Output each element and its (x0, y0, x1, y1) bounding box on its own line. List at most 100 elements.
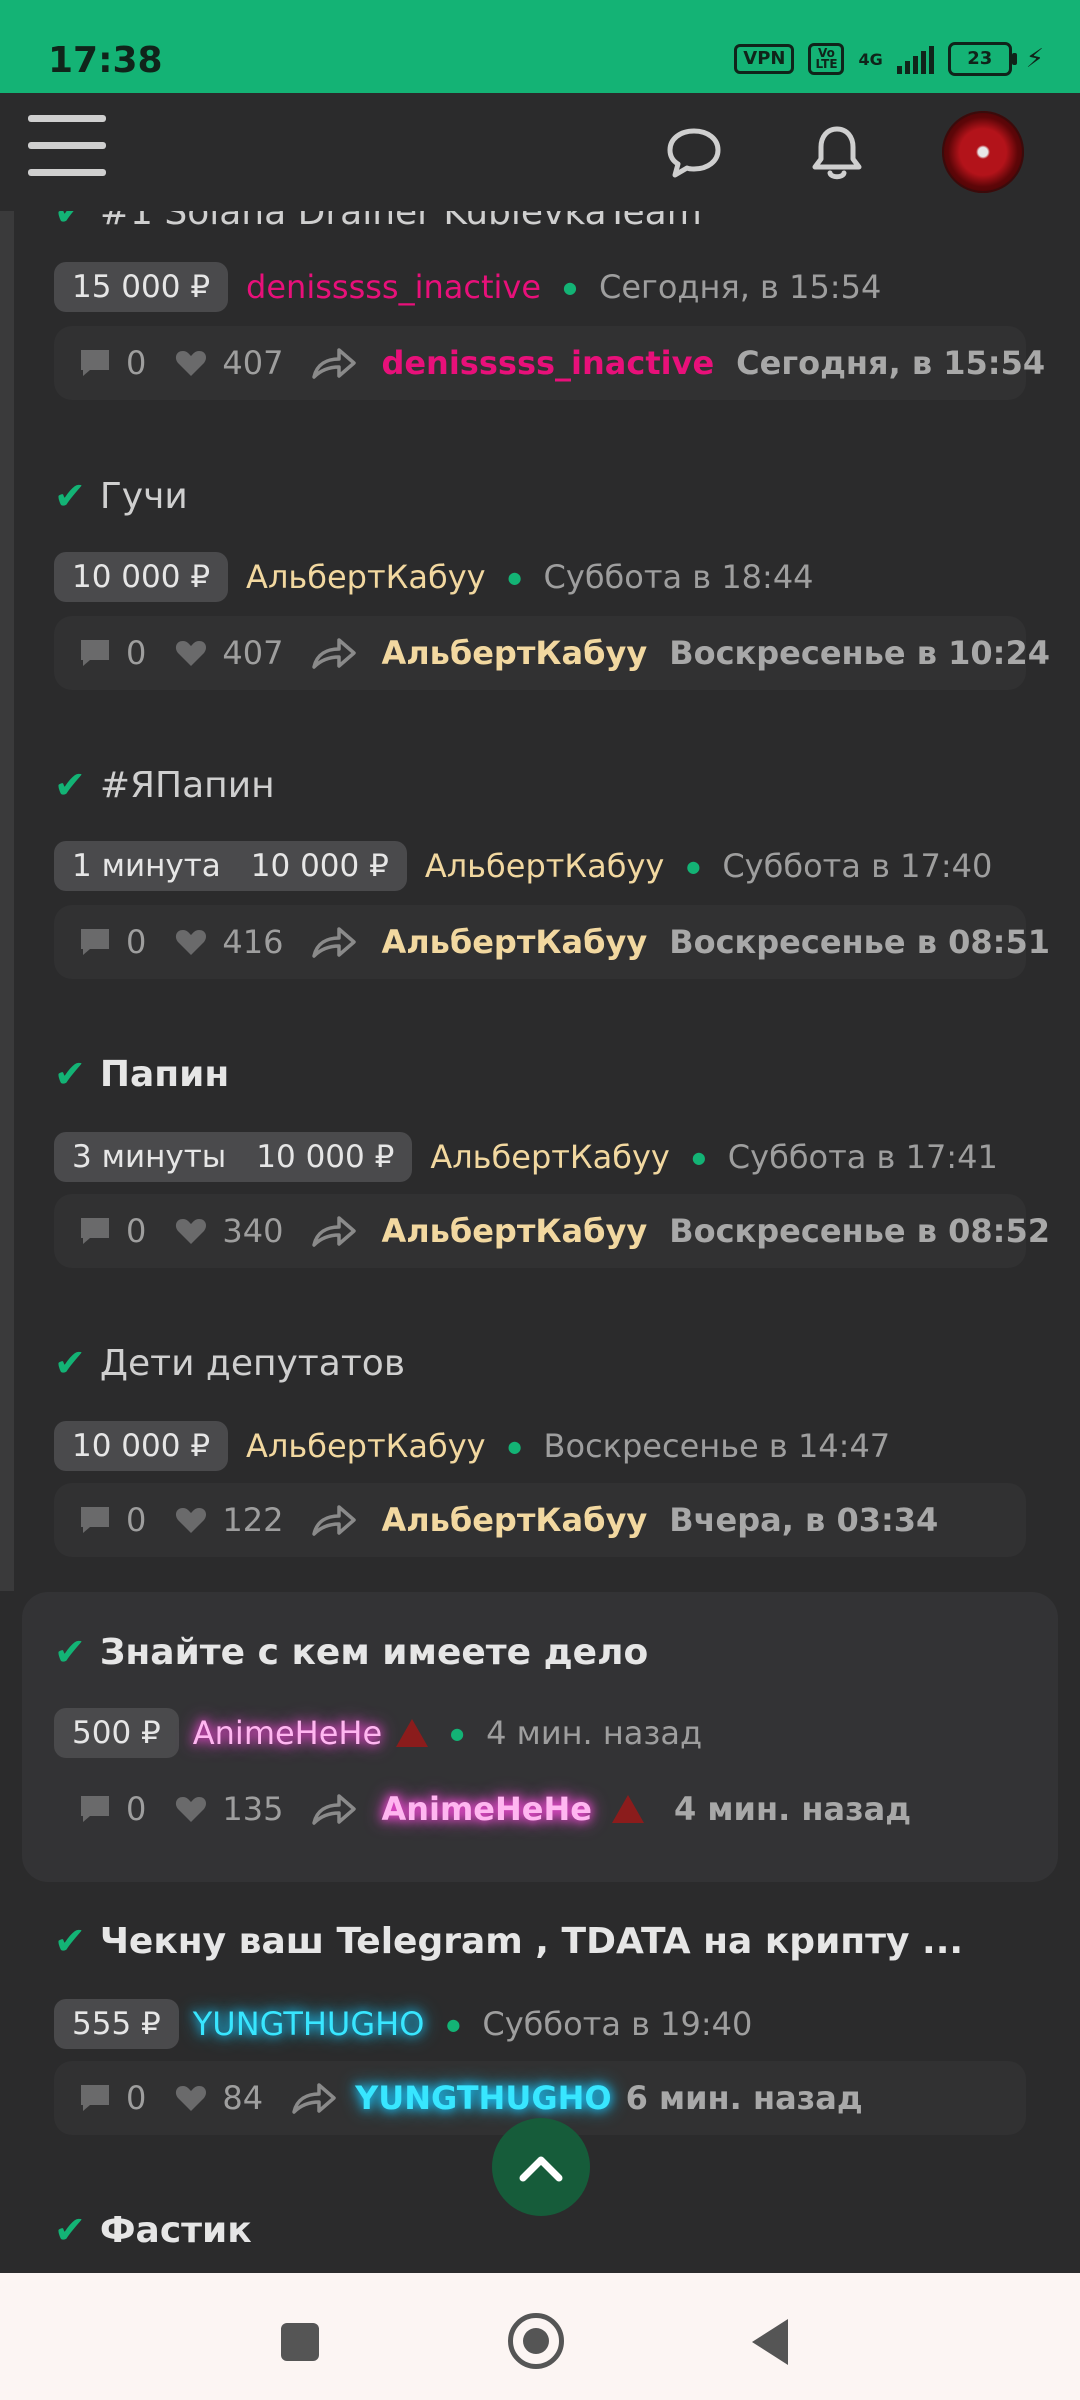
vpn-icon: VPN (734, 44, 795, 74)
heart-icon (174, 1505, 208, 1535)
last-post-user[interactable]: АльбертКабуу (381, 1212, 647, 1250)
reply-count: 0 (126, 1212, 147, 1250)
thread-item-highlighted[interactable]: ✔ Знайте с кем имеете дело 500 ₽ AnimeHe… (22, 1592, 1058, 1882)
user-avatar[interactable] (942, 111, 1024, 193)
like-count: 122 (222, 1501, 284, 1539)
share-arrow-icon (311, 1503, 357, 1537)
separator-dot: ● (507, 567, 522, 587)
duration-label: 3 минуты (72, 1139, 227, 1175)
thread-title[interactable]: ✔ Чекну ваш Telegram , TDATA на крипту .… (54, 1919, 963, 1963)
author-link[interactable]: denisssss_inactive (246, 268, 541, 306)
chat-bubble-icon[interactable] (666, 127, 722, 183)
back-icon[interactable] (752, 2319, 788, 2365)
status-bar: 17:38 VPN Vo LTE 4G 23 ⚡ (0, 0, 1080, 93)
reply-icon (78, 2082, 112, 2114)
last-post-date: Воскресенье в 10:24 (669, 634, 1050, 672)
hamburger-menu-icon[interactable] (28, 115, 106, 181)
reply-count: 0 (126, 634, 147, 672)
last-post-user[interactable]: АльбертКабуу (381, 634, 647, 672)
price-badge: 500 ₽ (54, 1708, 179, 1758)
thread-title[interactable]: ✔ #ЯПапин (54, 763, 275, 807)
reply-icon (78, 637, 112, 669)
network-type: 4G (858, 49, 883, 69)
check-icon: ✔ (54, 763, 86, 807)
price-value: 10 000 ₽ (256, 1139, 395, 1175)
separator-dot: ● (507, 1436, 522, 1456)
price-value: 10 000 ₽ (250, 848, 389, 884)
check-icon: ✔ (54, 1052, 86, 1096)
price-badge: 555 ₽ (54, 1999, 179, 2049)
last-post-user[interactable]: АльбертКабуу (381, 923, 647, 961)
thread-title-text[interactable]: #ЯПапин (100, 765, 275, 806)
thread-title[interactable]: ✔ Гучи (54, 474, 188, 518)
thread-stats: 0 407 denisssss_inactive Сегодня, в 15:5… (54, 326, 1045, 400)
reply-icon (78, 347, 112, 379)
thread-title-text[interactable]: Фастик (100, 2210, 252, 2251)
thread-meta: 500 ₽ AnimeHeHe ● 4 мин. назад (54, 1708, 702, 1758)
heart-icon (174, 638, 208, 668)
reply-icon (78, 1215, 112, 1247)
reply-count: 0 (126, 2079, 147, 2117)
thread-meta: 15 000 ₽ denisssss_inactive ● Сегодня, в… (54, 262, 881, 312)
thread-title-text[interactable]: Дети депутатов (100, 1343, 405, 1384)
scroll-to-top-button[interactable] (492, 2118, 590, 2216)
thread-title-text[interactable]: Чекну ваш Telegram , TDATA на крипту ... (100, 1921, 963, 1962)
thread-title[interactable]: ✔ Знайте с кем имеете дело (54, 1630, 648, 1674)
like-count: 340 (222, 1212, 284, 1250)
price-badge: 1 минута 10 000 ₽ (54, 841, 407, 891)
thread-item[interactable]: ✔ Гучи 10 000 ₽ АльбертКабуу ● Суббота в… (22, 450, 1058, 700)
thread-item[interactable]: ✔ Папин 3 минуты 10 000 ₽ АльбертКабуу ● … (22, 1028, 1058, 1278)
last-post-user[interactable]: AnimeHeHe (381, 1790, 592, 1828)
scroll-rail (0, 211, 14, 1591)
share-arrow-icon (311, 636, 357, 670)
thread-meta: 555 ₽ YUNGTHUGHO ● Суббота в 19:40 (54, 1999, 752, 2049)
like-count: 407 (222, 344, 284, 382)
check-icon: ✔ (54, 1630, 86, 1674)
author-link[interactable]: AnimeHeHe (193, 1714, 382, 1752)
separator-dot: ● (563, 277, 577, 297)
volte-icon: Vo LTE (808, 43, 845, 75)
thread-meta: 10 000 ₽ АльбертКабуу ● Воскресенье в 14… (54, 1421, 890, 1471)
thread-date: Суббота в 17:40 (722, 847, 993, 885)
author-link[interactable]: АльбертКабуу (430, 1138, 670, 1176)
heart-icon (174, 1216, 208, 1246)
reply-icon (78, 926, 112, 958)
recents-icon[interactable] (281, 2323, 319, 2361)
separator-dot: ● (691, 1147, 706, 1167)
last-post-user[interactable]: denisssss_inactive (381, 344, 714, 382)
author-link[interactable]: АльбертКабуу (246, 1427, 486, 1465)
thread-title[interactable]: ✔ Папин (54, 1052, 229, 1096)
thread-date: Суббота в 18:44 (543, 558, 814, 596)
home-icon[interactable] (508, 2313, 564, 2369)
thread-title-text[interactable]: Знайте с кем имеете дело (100, 1632, 648, 1673)
last-post-date: Воскресенье в 08:52 (669, 1212, 1050, 1250)
heart-icon (174, 927, 208, 957)
thread-title[interactable]: ✔ Дети депутатов (54, 1341, 405, 1385)
reply-count: 0 (126, 923, 147, 961)
thread-title-text[interactable]: Гучи (100, 476, 188, 517)
thread-title-text[interactable]: Папин (100, 1054, 229, 1095)
share-arrow-icon (311, 925, 357, 959)
separator-dot: ● (686, 856, 701, 876)
author-link[interactable]: АльбертКабуу (425, 847, 665, 885)
last-post-user[interactable]: YUNGTHUGHO (355, 2079, 611, 2117)
last-post-date: Сегодня, в 15:54 (736, 344, 1046, 382)
thread-item[interactable]: ✔ Дети депутатов 10 000 ₽ АльбертКабуу ●… (22, 1317, 1058, 1567)
like-count: 135 (222, 1790, 284, 1828)
price-badge: 10 000 ₽ (54, 552, 229, 602)
author-link[interactable]: YUNGTHUGHO (193, 2005, 425, 2043)
last-post-user[interactable]: АльбертКабуу (381, 1501, 647, 1539)
battery-icon: 23 (947, 42, 1017, 76)
notification-bell-icon[interactable] (808, 123, 866, 187)
thread-item[interactable]: ✔ #ЯПапин 1 минута 10 000 ₽ АльбертКабуу … (22, 739, 1058, 989)
status-icons: VPN Vo LTE 4G 23 ⚡ (734, 42, 1044, 76)
thread-item[interactable]: ✔ Чекну ваш Telegram , TDATA на крипту .… (22, 1895, 1058, 2145)
heart-icon (174, 1794, 208, 1824)
thread-date: Сегодня, в 15:54 (598, 268, 882, 306)
thread-title[interactable]: ✔ Фастик (54, 2208, 252, 2252)
reply-icon (78, 1504, 112, 1536)
like-count: 407 (222, 634, 284, 672)
thread-stats: 0 122 АльбертКабуу Вчера, в 03:34 (54, 1483, 1026, 1557)
author-link[interactable]: АльбертКабуу (246, 558, 486, 596)
share-arrow-icon (311, 1792, 357, 1826)
